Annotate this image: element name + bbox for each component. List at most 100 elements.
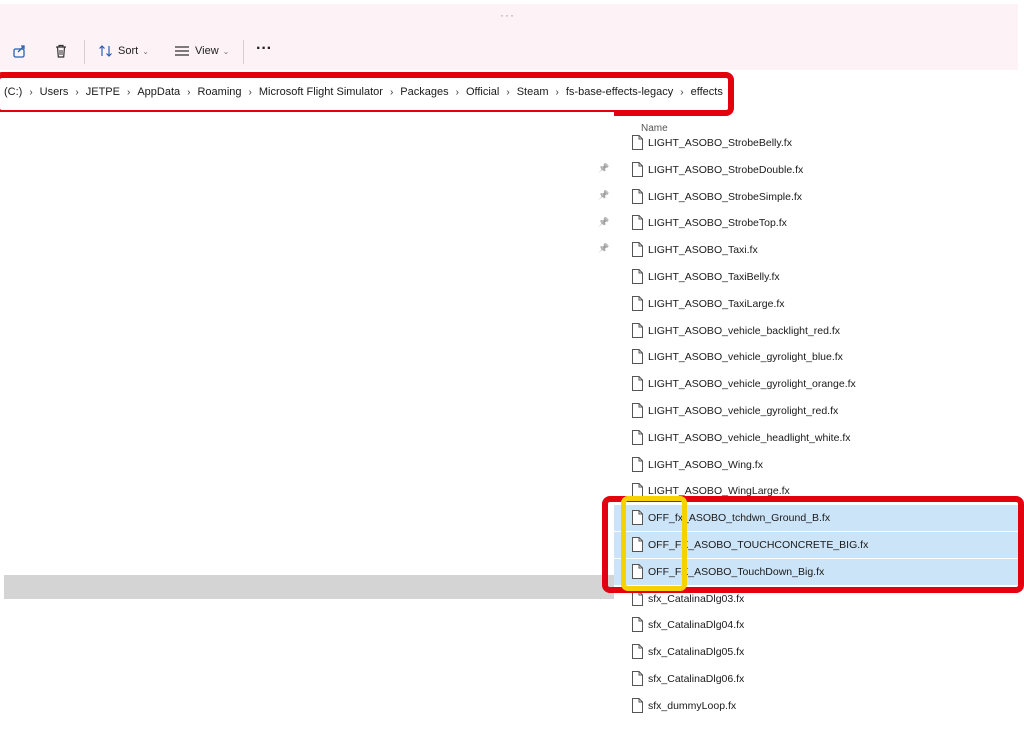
file-icon <box>632 563 643 579</box>
chevron-right-icon[interactable]: › <box>29 87 32 98</box>
breadcrumb: (C:) › Users › JETPE › AppData › Roaming › Microso… <box>4 86 740 98</box>
chevron-right-icon[interactable]: › <box>187 87 190 98</box>
file-name: LIGHT_ASOBO_TaxiLarge.fx <box>648 297 785 310</box>
file-row[interactable]: sfx_CatalinaDlg05.fx <box>614 639 1018 665</box>
file-icon <box>632 322 643 338</box>
share-button[interactable] <box>12 40 28 62</box>
pin-icon[interactable]: 📌 <box>598 163 609 174</box>
file-name: sfx_CatalinaDlg03.fx <box>648 592 745 605</box>
file-row[interactable]: OFF_FX_ASOBO_TOUCHCONCRETE_BIG.fx <box>614 532 1018 558</box>
file-icon <box>632 456 643 472</box>
sort-button[interactable]: Sort ⌄ <box>98 40 149 62</box>
file-name: LIGHT_ASOBO_vehicle_gyrolight_orange.fx <box>648 378 856 391</box>
file-row[interactable]: LIGHT_ASOBO_vehicle_gyrolight_red.fx <box>614 398 1018 424</box>
file-name: OFF_FX_ASOBO_TOUCHCONCRETE_BIG.fx <box>648 539 869 551</box>
file-row[interactable]: LIGHT_ASOBO_Wing.fx <box>614 452 1018 478</box>
toolbar-divider <box>84 40 85 64</box>
breadcrumb-item[interactable]: Users <box>40 86 69 98</box>
file-row[interactable]: sfx_dummyLoop.fx <box>614 693 1018 719</box>
file-icon <box>632 510 643 526</box>
delete-button[interactable] <box>53 40 69 62</box>
trash-icon <box>56 44 66 58</box>
file-icon <box>632 697 643 713</box>
file-icon <box>632 376 643 392</box>
pin-icon[interactable]: 📌 <box>598 243 609 254</box>
window-grip[interactable]: ··· <box>500 8 515 22</box>
file-row[interactable]: LIGHT_ASOBO_vehicle_headlight_white.fx <box>614 425 1018 451</box>
chevron-right-icon[interactable]: › <box>730 87 733 98</box>
file-row[interactable]: LIGHT_ASOBO_StrobeTop.fx <box>614 210 1018 236</box>
file-row[interactable]: LIGHT_ASOBO_StrobeDouble.fx <box>614 157 1018 183</box>
file-row[interactable]: sfx_CatalinaDlg06.fx <box>614 666 1018 692</box>
breadcrumb-item[interactable]: JETPE <box>86 86 120 98</box>
file-row[interactable]: LIGHT_ASOBO_StrobeBelly.fx <box>614 130 1018 156</box>
address-bar[interactable]: (C:) › Users › JETPE › AppData › Roaming › Microso… <box>0 78 1018 110</box>
chevron-right-icon[interactable]: › <box>680 87 683 98</box>
navigation-pane <box>0 112 614 729</box>
breadcrumb-item[interactable]: Packages <box>400 86 448 98</box>
chevron-right-icon[interactable]: › <box>75 87 78 98</box>
breadcrumb-item[interactable]: (C:) <box>4 86 22 98</box>
file-name: LIGHT_ASOBO_WingLarge.fx <box>648 485 790 498</box>
file-row[interactable]: OFF_FX_ASOBO_TouchDown_Big.fx <box>614 558 1018 585</box>
chevron-right-icon[interactable]: › <box>390 87 393 98</box>
file-icon <box>632 483 643 499</box>
file-icon <box>632 349 643 365</box>
file-name: LIGHT_ASOBO_TaxiBelly.fx <box>648 271 780 283</box>
file-name: sfx_CatalinaDlg05.fx <box>648 646 745 659</box>
file-row[interactable]: sfx_CatalinaDlg04.fx <box>614 612 1018 638</box>
file-row[interactable]: LIGHT_ASOBO_Taxi.fx <box>614 237 1018 263</box>
view-label: View <box>195 45 219 57</box>
file-icon <box>632 269 643 284</box>
pin-icon[interactable]: 📌 <box>598 217 609 228</box>
file-icon <box>632 215 643 231</box>
chevron-right-icon[interactable]: › <box>456 87 459 98</box>
breadcrumb-item[interactable]: Official <box>466 86 499 98</box>
breadcrumb-item[interactable]: Roaming <box>197 86 241 98</box>
file-row[interactable]: LIGHT_ASOBO_vehicle_gyrolight_orange.fx <box>614 371 1018 397</box>
breadcrumb-item[interactable]: effects <box>691 86 723 98</box>
breadcrumb-item[interactable]: Microsoft Flight Simulator <box>259 86 383 98</box>
file-icon <box>632 135 643 150</box>
file-name: LIGHT_ASOBO_StrobeTop.fx <box>648 217 787 230</box>
breadcrumb-item[interactable]: AppData <box>137 86 180 98</box>
file-icon <box>632 161 643 177</box>
breadcrumb-item[interactable]: Steam <box>517 86 549 98</box>
file-icon <box>632 188 643 204</box>
file-name: OFF_FX_ASOBO_TouchDown_Big.fx <box>648 565 825 578</box>
chevron-right-icon[interactable]: › <box>249 87 252 98</box>
file-name: sfx_CatalinaDlg06.fx <box>648 673 745 685</box>
file-icon <box>632 403 643 418</box>
file-name: sfx_dummyLoop.fx <box>648 699 737 712</box>
command-bar: ··· Sort ⌄ View ⌄ ··· <box>0 4 1018 70</box>
file-icon <box>632 644 643 660</box>
file-row[interactable]: LIGHT_ASOBO_vehicle_backlight_red.fx <box>614 318 1018 344</box>
chevron-down-icon: ⌄ <box>142 46 149 56</box>
pin-icon[interactable]: 📌 <box>598 190 609 201</box>
file-row[interactable]: LIGHT_ASOBO_vehicle_gyrolight_blue.fx <box>614 344 1018 370</box>
breadcrumb-item[interactable]: fs-base-effects-legacy <box>566 86 673 98</box>
file-row[interactable]: LIGHT_ASOBO_WingLarge.fx <box>614 478 1018 504</box>
file-name: sfx_CatalinaDlg04.fx <box>648 619 745 632</box>
file-name: LIGHT_ASOBO_StrobeSimple.fx <box>648 190 803 203</box>
file-row[interactable]: LIGHT_ASOBO_StrobeSimple.fx <box>614 184 1018 210</box>
chevron-right-icon[interactable]: › <box>556 87 559 98</box>
file-icon <box>632 429 643 445</box>
file-name: LIGHT_ASOBO_vehicle_headlight_white.fx <box>648 431 851 444</box>
file-row[interactable]: sfx_CatalinaDlg03.fx <box>614 586 1018 612</box>
file-row[interactable]: LIGHT_ASOBO_TaxiLarge.fx <box>614 291 1018 317</box>
file-name: LIGHT_ASOBO_vehicle_backlight_red.fx <box>648 324 841 337</box>
file-name: LIGHT_ASOBO_vehicle_gyrolight_red.fx <box>648 405 839 417</box>
file-icon <box>632 671 643 686</box>
chevron-right-icon[interactable]: › <box>127 87 130 98</box>
file-row[interactable]: OFF_fx_ASOBO_tchdwn_Ground_B.fx <box>614 505 1018 532</box>
view-button[interactable]: View ⌄ <box>174 40 229 62</box>
more-options-button[interactable]: ··· <box>256 38 272 60</box>
sort-label: Sort <box>118 45 139 57</box>
file-row[interactable]: LIGHT_ASOBO_TaxiBelly.fx <box>614 264 1018 290</box>
file-name: LIGHT_ASOBO_Taxi.fx <box>648 244 758 257</box>
file-name: OFF_fx_ASOBO_tchdwn_Ground_B.fx <box>648 512 831 525</box>
chevron-right-icon[interactable]: › <box>506 87 509 98</box>
sort-icon <box>99 45 112 57</box>
navigation-scrollbar[interactable] <box>4 575 614 599</box>
